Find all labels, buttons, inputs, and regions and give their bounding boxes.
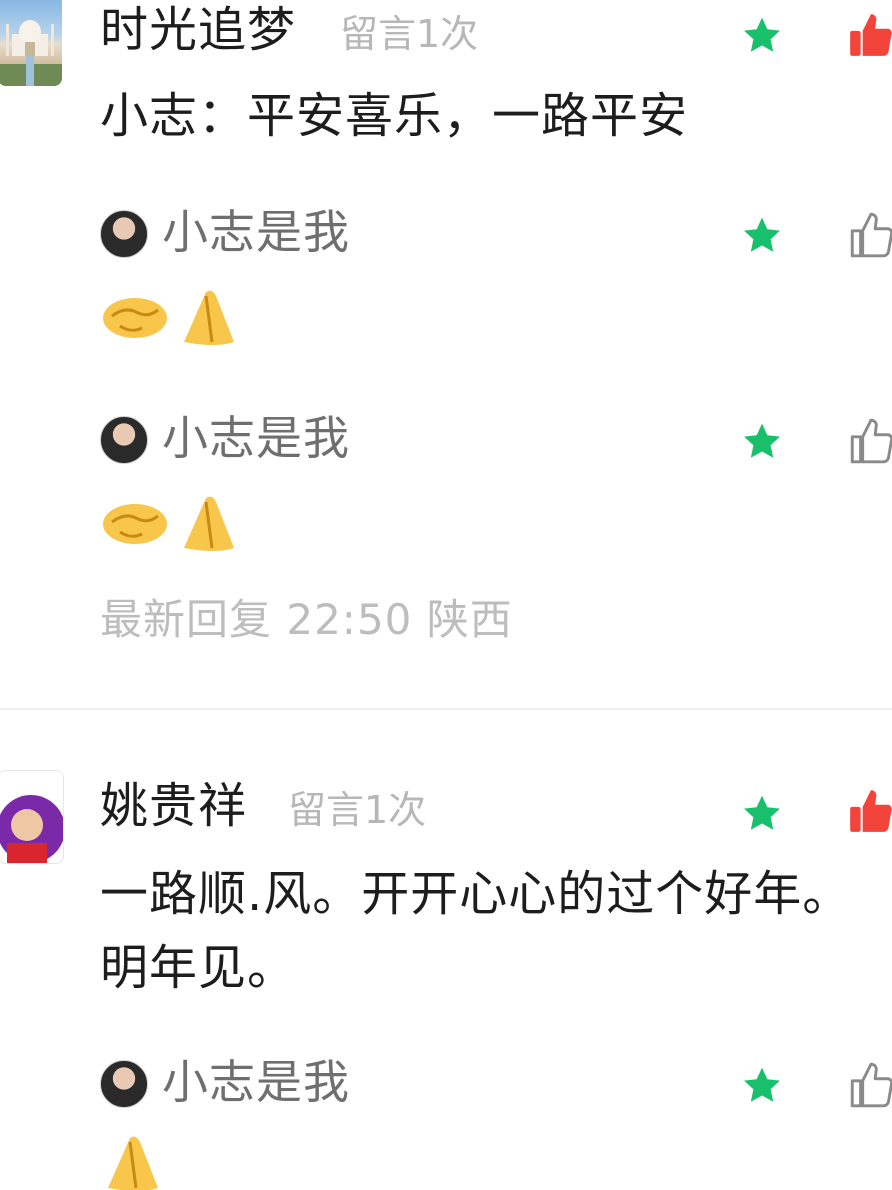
comment-author[interactable]: 时光追梦 bbox=[100, 2, 296, 58]
comments-page: 时光追梦 留言1次 小志：平安喜乐，一路平安 小志是我 小志是我 最新回复 22… bbox=[0, 0, 892, 1190]
reply-author[interactable]: 小志是我 bbox=[162, 410, 350, 466]
comment-count: 留言1次 bbox=[340, 12, 479, 56]
star-icon[interactable] bbox=[740, 214, 784, 258]
comment-author[interactable]: 姚贵祥 bbox=[100, 778, 247, 834]
comment-text: 明年见。 bbox=[100, 940, 297, 996]
thumbs-up-icon[interactable] bbox=[846, 416, 892, 466]
reply-avatar[interactable] bbox=[100, 210, 148, 258]
comment-count: 留言1次 bbox=[288, 788, 427, 832]
reply-avatar[interactable] bbox=[100, 416, 148, 464]
folded-hands-emoji bbox=[184, 496, 234, 551]
star-icon[interactable] bbox=[740, 1064, 784, 1108]
star-icon[interactable] bbox=[740, 420, 784, 464]
portrait-image bbox=[0, 795, 63, 863]
thumbs-up-filled-icon[interactable] bbox=[846, 786, 892, 836]
handshake-emoji bbox=[103, 298, 167, 338]
handshake-emoji bbox=[103, 504, 167, 544]
thumbs-up-icon[interactable] bbox=[846, 210, 892, 260]
divider bbox=[0, 708, 892, 710]
user-avatar[interactable] bbox=[0, 0, 62, 86]
thumbs-up-filled-icon[interactable] bbox=[846, 10, 892, 60]
reply-avatar[interactable] bbox=[100, 1060, 148, 1108]
latest-reply-info[interactable]: 最新回复 22:50 陕西 bbox=[100, 592, 513, 648]
reply-author[interactable]: 小志是我 bbox=[162, 204, 350, 260]
star-icon[interactable] bbox=[740, 14, 784, 58]
comment-text: 一路顺.风。开开心心的过个好年。 bbox=[100, 866, 852, 922]
thumbs-up-icon[interactable] bbox=[846, 1060, 892, 1110]
taj-mahal-image bbox=[0, 20, 62, 86]
reply-author[interactable]: 小志是我 bbox=[162, 1054, 350, 1110]
user-avatar[interactable] bbox=[0, 770, 64, 864]
star-icon[interactable] bbox=[740, 792, 784, 836]
folded-hands-emoji bbox=[108, 1136, 158, 1190]
comment-text: 小志：平安喜乐，一路平安 bbox=[100, 88, 689, 144]
folded-hands-emoji bbox=[184, 290, 234, 345]
